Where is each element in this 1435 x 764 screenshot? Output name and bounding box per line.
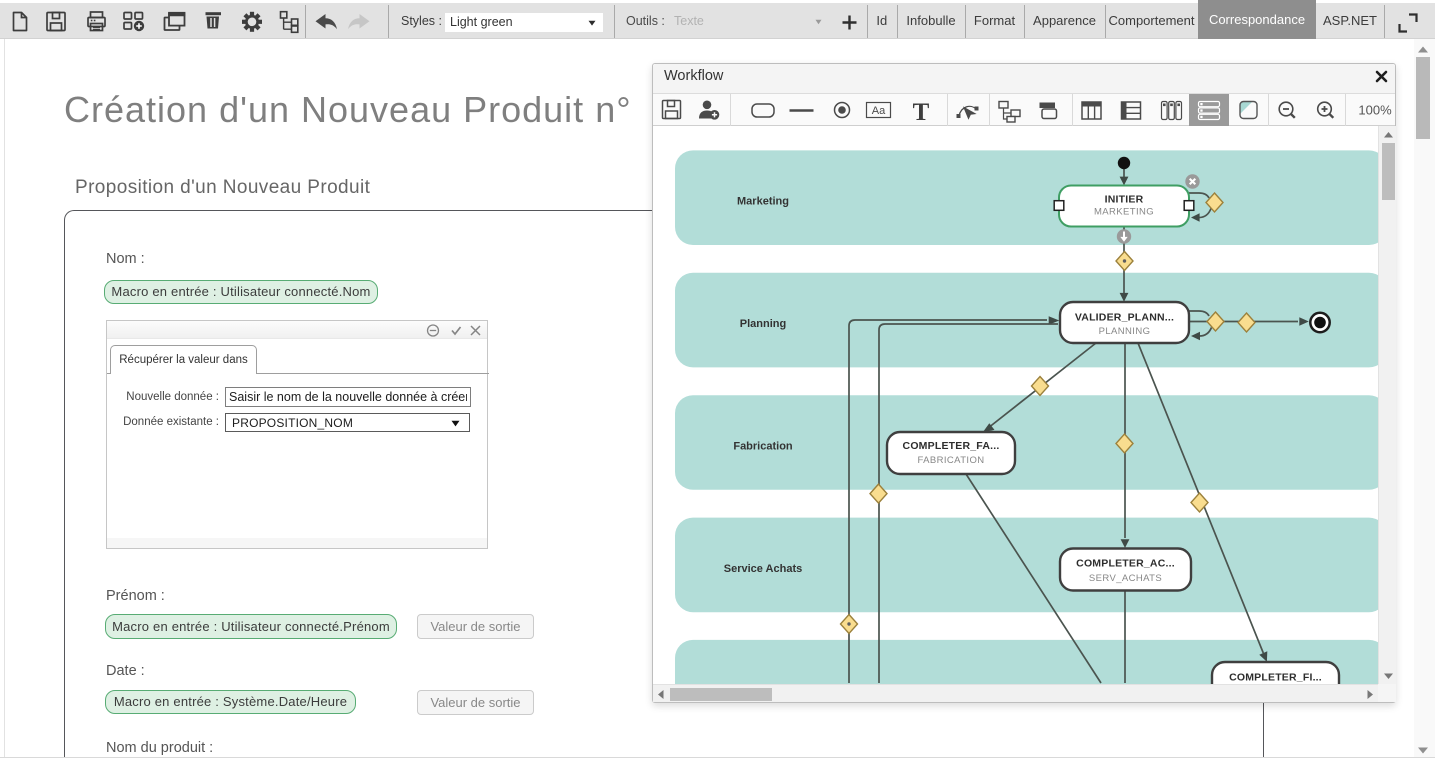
- svg-text:Marketing: Marketing: [737, 196, 789, 208]
- svg-text:MARKETING: MARKETING: [1094, 207, 1154, 218]
- svg-text:Fabrication: Fabrication: [733, 440, 793, 452]
- svg-text:INITIER: INITIER: [1105, 194, 1144, 206]
- svg-text:100%: 100%: [1358, 103, 1392, 118]
- svg-text:COMPLETER_FA...: COMPLETER_FA...: [903, 440, 1000, 452]
- svg-text:Aa: Aa: [872, 105, 886, 117]
- svg-text:Planning: Planning: [740, 318, 786, 330]
- svg-text:COMPLETER_FI...: COMPLETER_FI...: [1229, 671, 1322, 683]
- svg-text:T: T: [913, 99, 930, 126]
- svg-text:COMPLETER_AC...: COMPLETER_AC...: [1076, 558, 1175, 570]
- svg-text:FABRICATION: FABRICATION: [917, 455, 984, 466]
- svg-text:VALIDER_PLANN...: VALIDER_PLANN...: [1075, 312, 1174, 324]
- svg-text:PLANNING: PLANNING: [1099, 326, 1151, 337]
- svg-text:Service Achats: Service Achats: [724, 563, 802, 575]
- svg-text:SERV_ACHATS: SERV_ACHATS: [1089, 573, 1162, 584]
